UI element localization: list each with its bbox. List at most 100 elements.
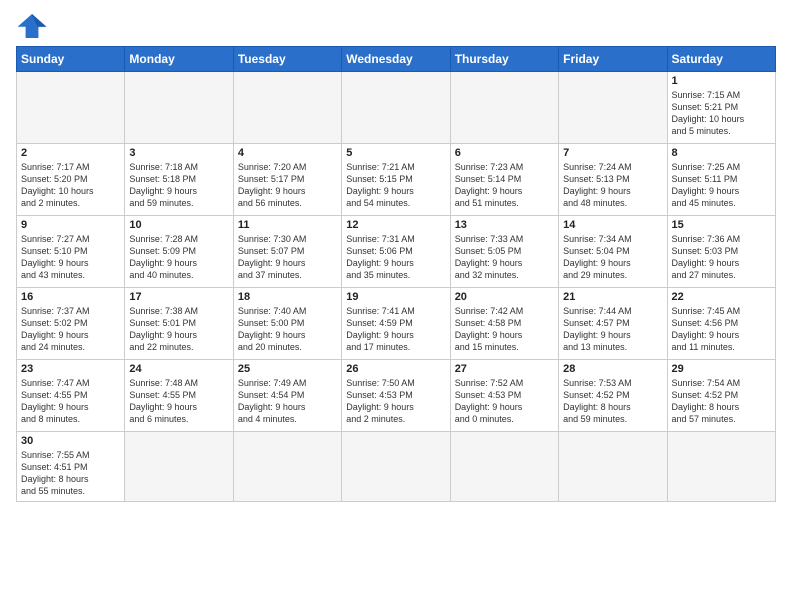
calendar-cell: 2 Sunrise: 7:17 AM Sunset: 5:20 PM Daylig…: [17, 144, 125, 216]
calendar: SundayMondayTuesdayWednesdayThursdayFrid…: [16, 46, 776, 502]
day-number: 14: [563, 219, 662, 231]
calendar-cell: 4Sunrise: 7:20 AM Sunset: 5:17 PM Daylig…: [233, 144, 341, 216]
calendar-cell: 27 Sunrise: 7:52 AM Sunset: 4:53 PM Dayli…: [450, 360, 558, 432]
day-info: Sunrise: 7:55 AM Sunset: 4:51 PM Dayligh…: [21, 449, 120, 498]
day-number: 10: [129, 219, 228, 231]
day-info: Sunrise: 7:15 AM Sunset: 5:21 PM Dayligh…: [672, 89, 771, 138]
day-info: Sunrise: 7:28 AM Sunset: 5:09 PM Dayligh…: [129, 233, 228, 282]
calendar-cell: 5Sunrise: 7:21 AM Sunset: 5:15 PM Daylig…: [342, 144, 450, 216]
day-info: Sunrise: 7:41 AM Sunset: 4:59 PM Dayligh…: [346, 305, 445, 354]
day-info: Sunrise: 7:44 AM Sunset: 4:57 PM Dayligh…: [563, 305, 662, 354]
day-number: 5: [346, 147, 445, 159]
week-row-4: 16 Sunrise: 7:37 AM Sunset: 5:02 PM Dayli…: [17, 288, 776, 360]
calendar-cell: 18Sunrise: 7:40 AM Sunset: 5:00 PM Dayli…: [233, 288, 341, 360]
calendar-cell: 25 Sunrise: 7:49 AM Sunset: 4:54 PM Dayli…: [233, 360, 341, 432]
day-number: 13: [455, 219, 554, 231]
day-info: Sunrise: 7:53 AM Sunset: 4:52 PM Dayligh…: [563, 377, 662, 426]
day-info: Sunrise: 7:24 AM Sunset: 5:13 PM Dayligh…: [563, 161, 662, 210]
week-row-5: 23 Sunrise: 7:47 AM Sunset: 4:55 PM Dayli…: [17, 360, 776, 432]
calendar-cell: 6 Sunrise: 7:23 AM Sunset: 5:14 PM Daylig…: [450, 144, 558, 216]
day-info: Sunrise: 7:25 AM Sunset: 5:11 PM Dayligh…: [672, 161, 771, 210]
calendar-cell: 3Sunrise: 7:18 AM Sunset: 5:18 PM Daylig…: [125, 144, 233, 216]
calendar-cell: 8 Sunrise: 7:25 AM Sunset: 5:11 PM Daylig…: [667, 144, 775, 216]
day-number: 12: [346, 219, 445, 231]
day-info: Sunrise: 7:38 AM Sunset: 5:01 PM Dayligh…: [129, 305, 228, 354]
day-number: 3: [129, 147, 228, 159]
day-info: Sunrise: 7:40 AM Sunset: 5:00 PM Dayligh…: [238, 305, 337, 354]
day-number: 24: [129, 363, 228, 375]
day-number: 11: [238, 219, 337, 231]
calendar-cell: 12Sunrise: 7:31 AM Sunset: 5:06 PM Dayli…: [342, 216, 450, 288]
day-number: 16: [21, 291, 120, 303]
day-info: Sunrise: 7:20 AM Sunset: 5:17 PM Dayligh…: [238, 161, 337, 210]
week-row-6: 30 Sunrise: 7:55 AM Sunset: 4:51 PM Dayli…: [17, 432, 776, 502]
weekday-header-saturday: Saturday: [667, 47, 775, 72]
day-info: Sunrise: 7:49 AM Sunset: 4:54 PM Dayligh…: [238, 377, 337, 426]
day-number: 9: [21, 219, 120, 231]
calendar-cell: [450, 432, 558, 502]
calendar-cell: 17Sunrise: 7:38 AM Sunset: 5:01 PM Dayli…: [125, 288, 233, 360]
day-number: 29: [672, 363, 771, 375]
day-number: 26: [346, 363, 445, 375]
day-number: 15: [672, 219, 771, 231]
calendar-cell: [233, 432, 341, 502]
day-number: 2: [21, 147, 120, 159]
calendar-cell: [233, 72, 341, 144]
calendar-cell: [125, 72, 233, 144]
day-number: 22: [672, 291, 771, 303]
day-number: 8: [672, 147, 771, 159]
calendar-cell: 22 Sunrise: 7:45 AM Sunset: 4:56 PM Dayli…: [667, 288, 775, 360]
calendar-cell: 16 Sunrise: 7:37 AM Sunset: 5:02 PM Dayli…: [17, 288, 125, 360]
day-info: Sunrise: 7:47 AM Sunset: 4:55 PM Dayligh…: [21, 377, 120, 426]
calendar-cell: 7 Sunrise: 7:24 AM Sunset: 5:13 PM Daylig…: [559, 144, 667, 216]
calendar-cell: 1 Sunrise: 7:15 AM Sunset: 5:21 PM Daylig…: [667, 72, 775, 144]
day-info: Sunrise: 7:17 AM Sunset: 5:20 PM Dayligh…: [21, 161, 120, 210]
day-number: 28: [563, 363, 662, 375]
day-number: 7: [563, 147, 662, 159]
day-number: 30: [21, 435, 120, 447]
weekday-header-wednesday: Wednesday: [342, 47, 450, 72]
logo-icon: [16, 12, 48, 40]
calendar-cell: 14 Sunrise: 7:34 AM Sunset: 5:04 PM Dayli…: [559, 216, 667, 288]
calendar-cell: 19 Sunrise: 7:41 AM Sunset: 4:59 PM Dayli…: [342, 288, 450, 360]
day-number: 20: [455, 291, 554, 303]
day-info: Sunrise: 7:50 AM Sunset: 4:53 PM Dayligh…: [346, 377, 445, 426]
day-number: 6: [455, 147, 554, 159]
calendar-cell: 28 Sunrise: 7:53 AM Sunset: 4:52 PM Dayli…: [559, 360, 667, 432]
calendar-cell: [559, 72, 667, 144]
day-number: 19: [346, 291, 445, 303]
calendar-cell: [342, 72, 450, 144]
day-info: Sunrise: 7:54 AM Sunset: 4:52 PM Dayligh…: [672, 377, 771, 426]
calendar-cell: [342, 432, 450, 502]
day-info: Sunrise: 7:33 AM Sunset: 5:05 PM Dayligh…: [455, 233, 554, 282]
day-info: Sunrise: 7:36 AM Sunset: 5:03 PM Dayligh…: [672, 233, 771, 282]
week-row-2: 2 Sunrise: 7:17 AM Sunset: 5:20 PM Daylig…: [17, 144, 776, 216]
calendar-cell: 10 Sunrise: 7:28 AM Sunset: 5:09 PM Dayli…: [125, 216, 233, 288]
calendar-cell: 26 Sunrise: 7:50 AM Sunset: 4:53 PM Dayli…: [342, 360, 450, 432]
day-number: 25: [238, 363, 337, 375]
day-number: 23: [21, 363, 120, 375]
weekday-header-friday: Friday: [559, 47, 667, 72]
day-info: Sunrise: 7:45 AM Sunset: 4:56 PM Dayligh…: [672, 305, 771, 354]
calendar-cell: [559, 432, 667, 502]
calendar-cell: [17, 72, 125, 144]
day-info: Sunrise: 7:37 AM Sunset: 5:02 PM Dayligh…: [21, 305, 120, 354]
day-number: 1: [672, 75, 771, 87]
calendar-cell: 9Sunrise: 7:27 AM Sunset: 5:10 PM Daylig…: [17, 216, 125, 288]
weekday-header-row: SundayMondayTuesdayWednesdayThursdayFrid…: [17, 47, 776, 72]
calendar-cell: 21Sunrise: 7:44 AM Sunset: 4:57 PM Dayli…: [559, 288, 667, 360]
calendar-cell: 23 Sunrise: 7:47 AM Sunset: 4:55 PM Dayli…: [17, 360, 125, 432]
calendar-cell: 30 Sunrise: 7:55 AM Sunset: 4:51 PM Dayli…: [17, 432, 125, 502]
calendar-cell: 29 Sunrise: 7:54 AM Sunset: 4:52 PM Dayli…: [667, 360, 775, 432]
day-info: Sunrise: 7:42 AM Sunset: 4:58 PM Dayligh…: [455, 305, 554, 354]
calendar-cell: 13 Sunrise: 7:33 AM Sunset: 5:05 PM Dayli…: [450, 216, 558, 288]
day-info: Sunrise: 7:48 AM Sunset: 4:55 PM Dayligh…: [129, 377, 228, 426]
calendar-cell: [667, 432, 775, 502]
day-number: 27: [455, 363, 554, 375]
week-row-1: 1 Sunrise: 7:15 AM Sunset: 5:21 PM Daylig…: [17, 72, 776, 144]
day-info: Sunrise: 7:52 AM Sunset: 4:53 PM Dayligh…: [455, 377, 554, 426]
calendar-cell: 20 Sunrise: 7:42 AM Sunset: 4:58 PM Dayli…: [450, 288, 558, 360]
day-info: Sunrise: 7:34 AM Sunset: 5:04 PM Dayligh…: [563, 233, 662, 282]
day-info: Sunrise: 7:30 AM Sunset: 5:07 PM Dayligh…: [238, 233, 337, 282]
day-info: Sunrise: 7:23 AM Sunset: 5:14 PM Dayligh…: [455, 161, 554, 210]
